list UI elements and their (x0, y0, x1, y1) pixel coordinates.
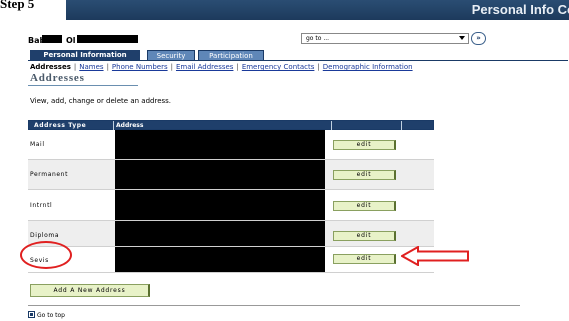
separator: | (73, 63, 77, 71)
goto-select-value: go to ... (306, 35, 330, 42)
annotation-arrow-icon (401, 246, 469, 266)
chevron-down-icon (459, 36, 465, 40)
redacted-first-name (42, 35, 62, 43)
redacted-last-name (77, 35, 138, 43)
separator: | (236, 63, 239, 71)
student-last-name: Ol (66, 36, 76, 45)
add-new-address-button[interactable]: Add A New Address (30, 284, 150, 297)
edit-button-diploma[interactable]: edit (333, 231, 396, 241)
address-type-cell: Diploma (30, 232, 60, 239)
address-table: Address Type Address Mail edit Permanent… (28, 120, 434, 273)
separator: | (170, 63, 173, 71)
redacted-address (115, 160, 325, 189)
address-type-cell: Intrntl (30, 202, 53, 209)
page-title: Addresses (30, 72, 85, 84)
column-header-address-type: Address Type (34, 122, 87, 129)
title-divider (28, 85, 138, 86)
sublink-email-addresses[interactable]: Email Addresses (176, 63, 233, 71)
column-divider (401, 121, 402, 130)
goto-select[interactable]: go to ... (301, 33, 469, 44)
sublink-addresses[interactable]: Addresses (30, 63, 71, 71)
table-row: Permanent edit (28, 160, 434, 190)
annotation-circle (20, 241, 72, 269)
go-to-top-link[interactable]: Go to top (28, 311, 65, 319)
separator: | (317, 63, 320, 71)
table-row: Mail edit (28, 130, 434, 160)
table-header: Address Type Address (28, 120, 434, 130)
separator: | (106, 63, 109, 71)
header-banner: Personal Info Co (66, 0, 569, 20)
sublink-names[interactable]: Names (79, 63, 103, 71)
redacted-address (115, 190, 325, 220)
edit-button-permanent[interactable]: edit (333, 170, 396, 180)
redacted-address (115, 247, 325, 272)
sublink-emergency-contacts[interactable]: Emergency Contacts (242, 63, 315, 71)
edit-button-mail[interactable]: edit (333, 140, 396, 150)
sublink-phone-numbers[interactable]: Phone Numbers (112, 63, 168, 71)
go-to-top-label: Go to top (37, 312, 65, 319)
edit-button-sevis[interactable]: edit (333, 254, 396, 264)
goto-button[interactable]: » (471, 32, 486, 45)
table-row: Intrntl edit (28, 190, 434, 221)
tab-underline (28, 60, 568, 61)
section-links: Addresses | Names | Phone Numbers | Email Addr… (30, 63, 413, 71)
redacted-address (115, 221, 325, 246)
redacted-address (115, 130, 325, 159)
table-row: Sevis edit (28, 247, 434, 273)
sublink-demographic-information[interactable]: Demographic Information (323, 63, 413, 71)
edit-button-intrntl[interactable]: edit (333, 201, 396, 211)
go-to-top-icon (28, 311, 35, 318)
banner-title: Personal Info Co (471, 2, 569, 17)
table-row: Diploma edit (28, 221, 434, 247)
column-divider (331, 121, 332, 130)
instructions-text: View, add, change or delete an address. (30, 97, 172, 105)
column-divider (113, 121, 114, 130)
address-type-cell: Permanent (30, 171, 69, 178)
step-caption: Step 5 (0, 0, 35, 11)
column-header-address: Address (116, 122, 144, 129)
bottom-divider (28, 305, 520, 306)
address-type-cell: Mail (30, 141, 45, 148)
